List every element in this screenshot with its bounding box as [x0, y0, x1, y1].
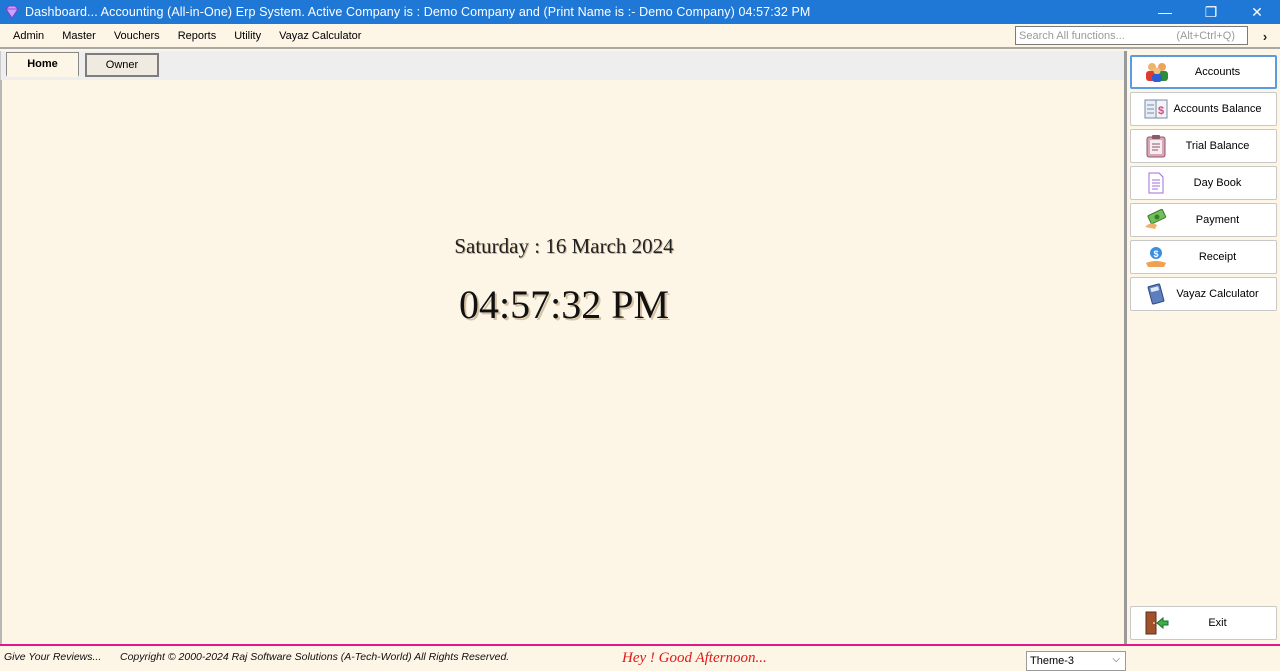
receipt-label: Receipt — [1198, 251, 1237, 263]
current-date: Saturday : 16 March 2024 — [454, 234, 674, 258]
theme-select[interactable]: Theme-3 ⌵ — [1026, 651, 1126, 671]
day-book-button[interactable]: Day Book — [1130, 166, 1277, 200]
tab-home[interactable]: Home — [6, 52, 79, 77]
exit-label: Exit — [1208, 617, 1227, 629]
clipboard-icon — [1143, 134, 1169, 158]
payment-label: Payment — [1195, 214, 1240, 226]
menu-vouchers[interactable]: Vouchers — [105, 24, 169, 48]
trial-balance-button[interactable]: Trial Balance — [1130, 129, 1277, 163]
greeting-text: Hey ! Good Afternoon... — [622, 650, 767, 666]
trial-balance-label: Trial Balance — [1185, 140, 1250, 152]
menu-reports[interactable]: Reports — [169, 24, 226, 48]
give-reviews-link[interactable]: Give Your Reviews... — [4, 651, 101, 663]
restore-button[interactable]: ❐ — [1188, 0, 1234, 24]
accounts-label: Accounts — [1194, 66, 1241, 78]
ledger-icon: $ — [1143, 97, 1169, 121]
svg-text:$: $ — [1158, 105, 1164, 117]
accounts-balance-button[interactable]: $ Accounts Balance — [1130, 92, 1277, 126]
svg-text:$: $ — [1154, 249, 1159, 259]
search-input[interactable]: Search All functions... (Alt+Ctrl+Q) — [1015, 26, 1248, 45]
menu-utility[interactable]: Utility — [225, 24, 270, 48]
tab-owner[interactable]: Owner — [85, 53, 159, 77]
day-book-label: Day Book — [1193, 177, 1242, 189]
calculator-icon — [1143, 282, 1169, 306]
title-bar: Dashboard... Accounting (All-in-One) Erp… — [0, 0, 1280, 24]
home-panel: Saturday : 16 March 2024 04:57:32 PM — [0, 80, 1124, 644]
receipt-icon: $ — [1143, 245, 1169, 269]
status-bar: Give Your Reviews... Copyright © 2000-20… — [0, 644, 1280, 671]
payment-button[interactable]: Payment — [1130, 203, 1277, 237]
copyright-text: Copyright © 2000-2024 Raj Software Solut… — [120, 651, 510, 663]
tab-strip: Home Owner — [0, 51, 1124, 80]
window-title: Dashboard... Accounting (All-in-One) Erp… — [25, 5, 811, 19]
vayaz-calculator-label: Vayaz Calculator — [1176, 288, 1259, 300]
quick-access-sidebar: Accounts $ Accounts Balance Trial Balanc… — [1124, 51, 1280, 644]
money-icon — [1143, 208, 1169, 232]
menu-vayaz-calculator[interactable]: Vayaz Calculator — [270, 24, 370, 48]
search-placeholder: Search All functions... — [1019, 29, 1125, 42]
exit-button[interactable]: Exit — [1130, 606, 1277, 640]
chevron-right-icon[interactable]: › — [1256, 27, 1274, 45]
app-diamond-icon[interactable] — [3, 3, 21, 21]
users-icon — [1144, 60, 1170, 84]
menu-admin[interactable]: Admin — [4, 24, 53, 48]
document-icon — [1143, 171, 1169, 195]
receipt-button[interactable]: $ Receipt — [1130, 240, 1277, 274]
theme-value: Theme-3 — [1030, 655, 1075, 667]
menu-bar: Admin Master Vouchers Reports Utility Va… — [0, 24, 1280, 49]
accounts-button[interactable]: Accounts — [1130, 55, 1277, 89]
menu-master[interactable]: Master — [53, 24, 105, 48]
close-button[interactable]: ✕ — [1234, 0, 1280, 24]
accounts-balance-label: Accounts Balance — [1173, 103, 1262, 115]
current-time: 04:57:32 PM — [458, 282, 670, 327]
chevron-down-icon: ⌵ — [1112, 654, 1120, 665]
search-shortcut: (Alt+Ctrl+Q) — [1176, 29, 1235, 42]
exit-door-icon — [1143, 611, 1169, 635]
vayaz-calculator-button[interactable]: Vayaz Calculator — [1130, 277, 1277, 311]
minimize-button[interactable]: — — [1142, 0, 1188, 24]
